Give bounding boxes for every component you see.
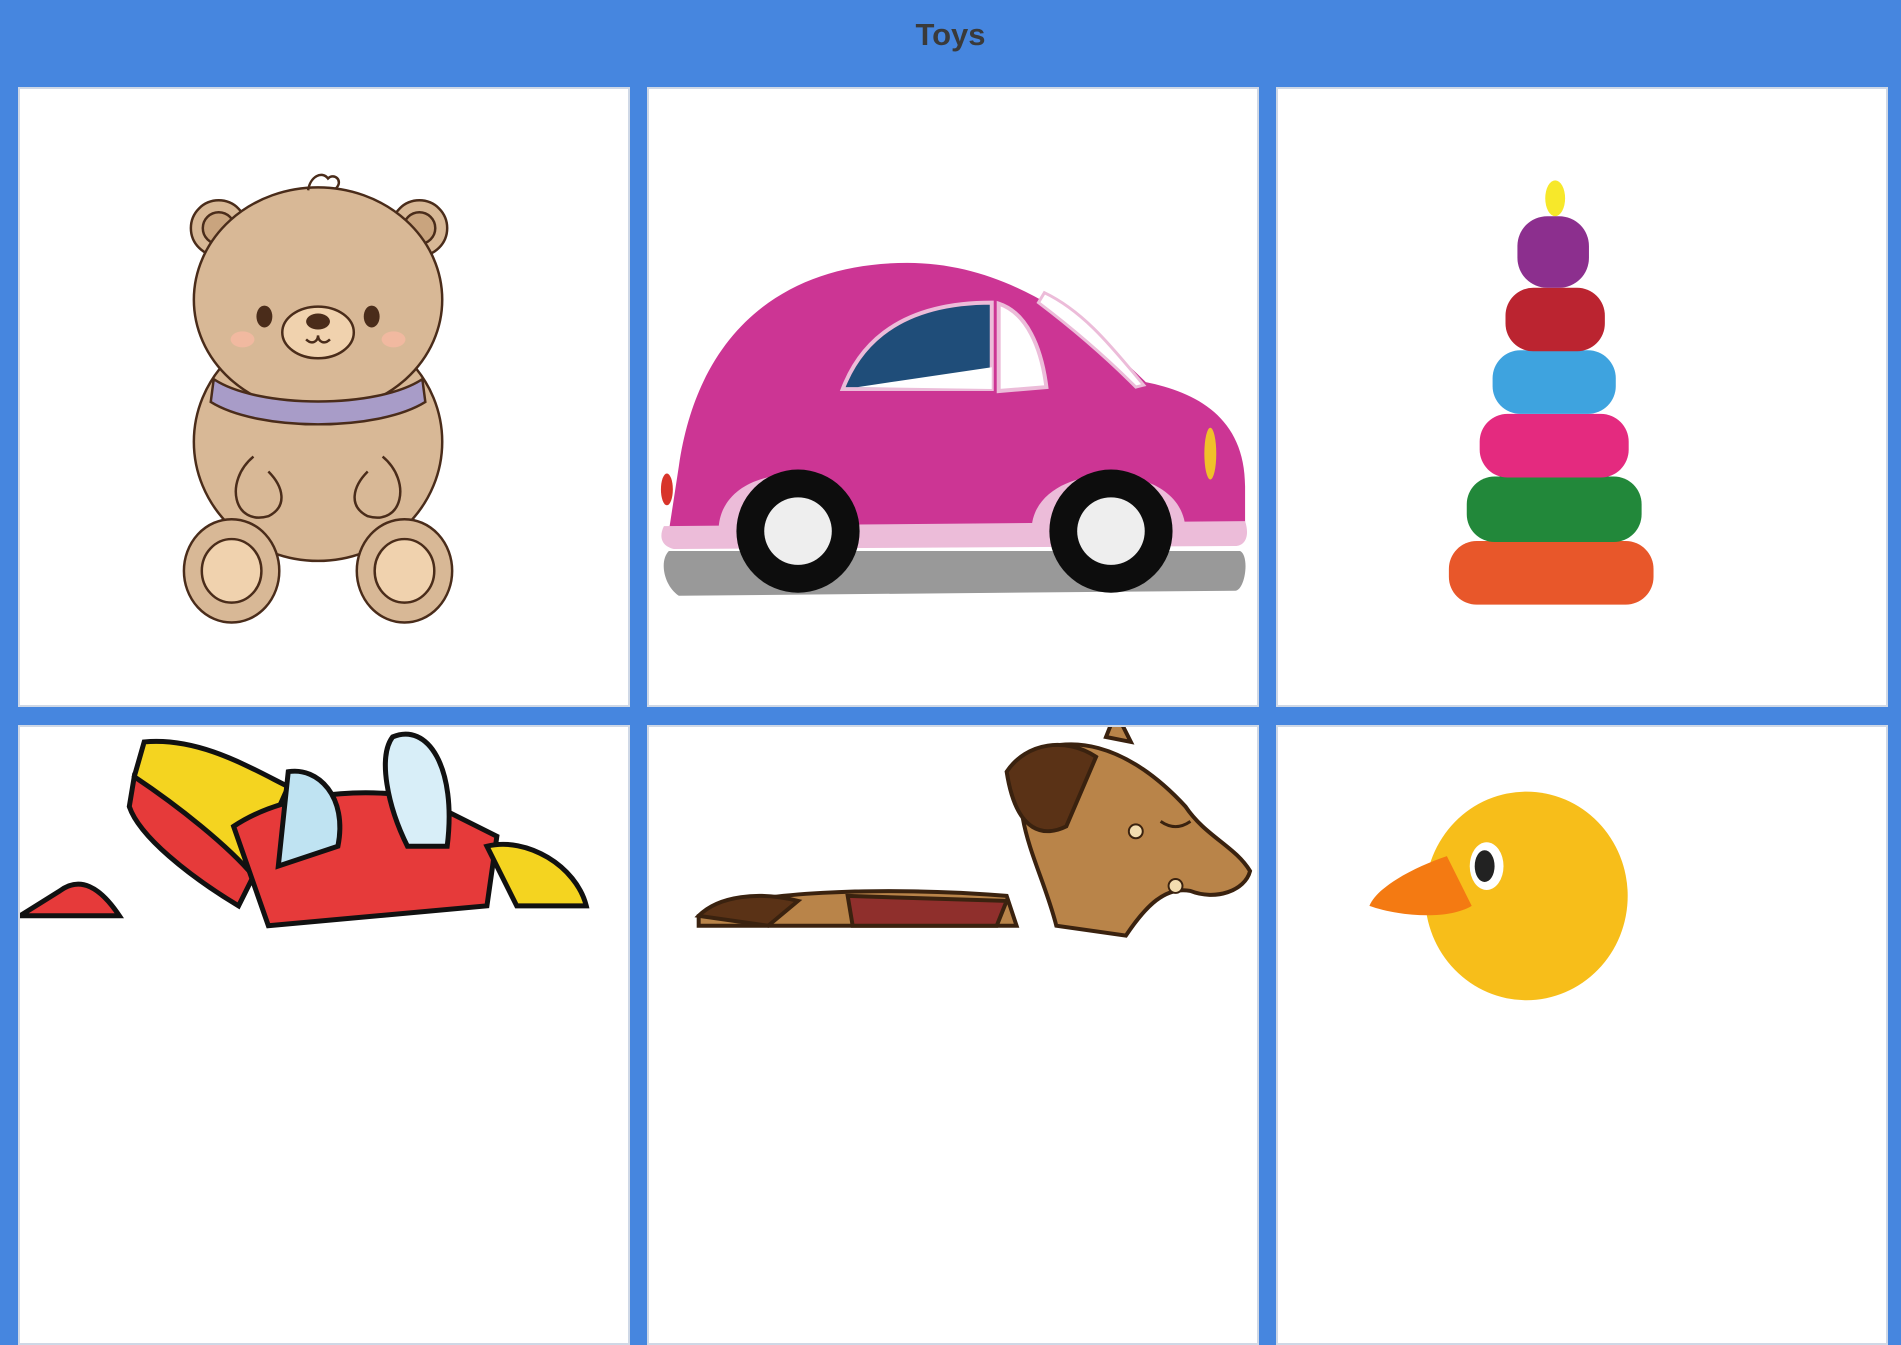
toy-card-rubber-duck[interactable] [1276,725,1888,1345]
page-header: Toys [0,0,1901,72]
toy-card-teddy-bear[interactable] [18,87,630,707]
teddy-bear-icon [182,173,454,624]
toy-grid [18,87,1888,1345]
toy-card-airplane[interactable] [18,725,630,1345]
toy-card-stacking-rings[interactable] [1276,87,1888,707]
stacking-rings-icon [1448,180,1654,605]
rubber-duck-icon [1369,791,1628,1001]
toy-card-rocking-horse[interactable] [647,725,1259,1345]
rocking-horse-icon [694,727,1253,938]
toy-airplane-icon [20,731,590,929]
toy-card-car[interactable] [647,87,1259,707]
pink-car-icon [660,262,1248,596]
page-title: Toys [915,17,986,52]
